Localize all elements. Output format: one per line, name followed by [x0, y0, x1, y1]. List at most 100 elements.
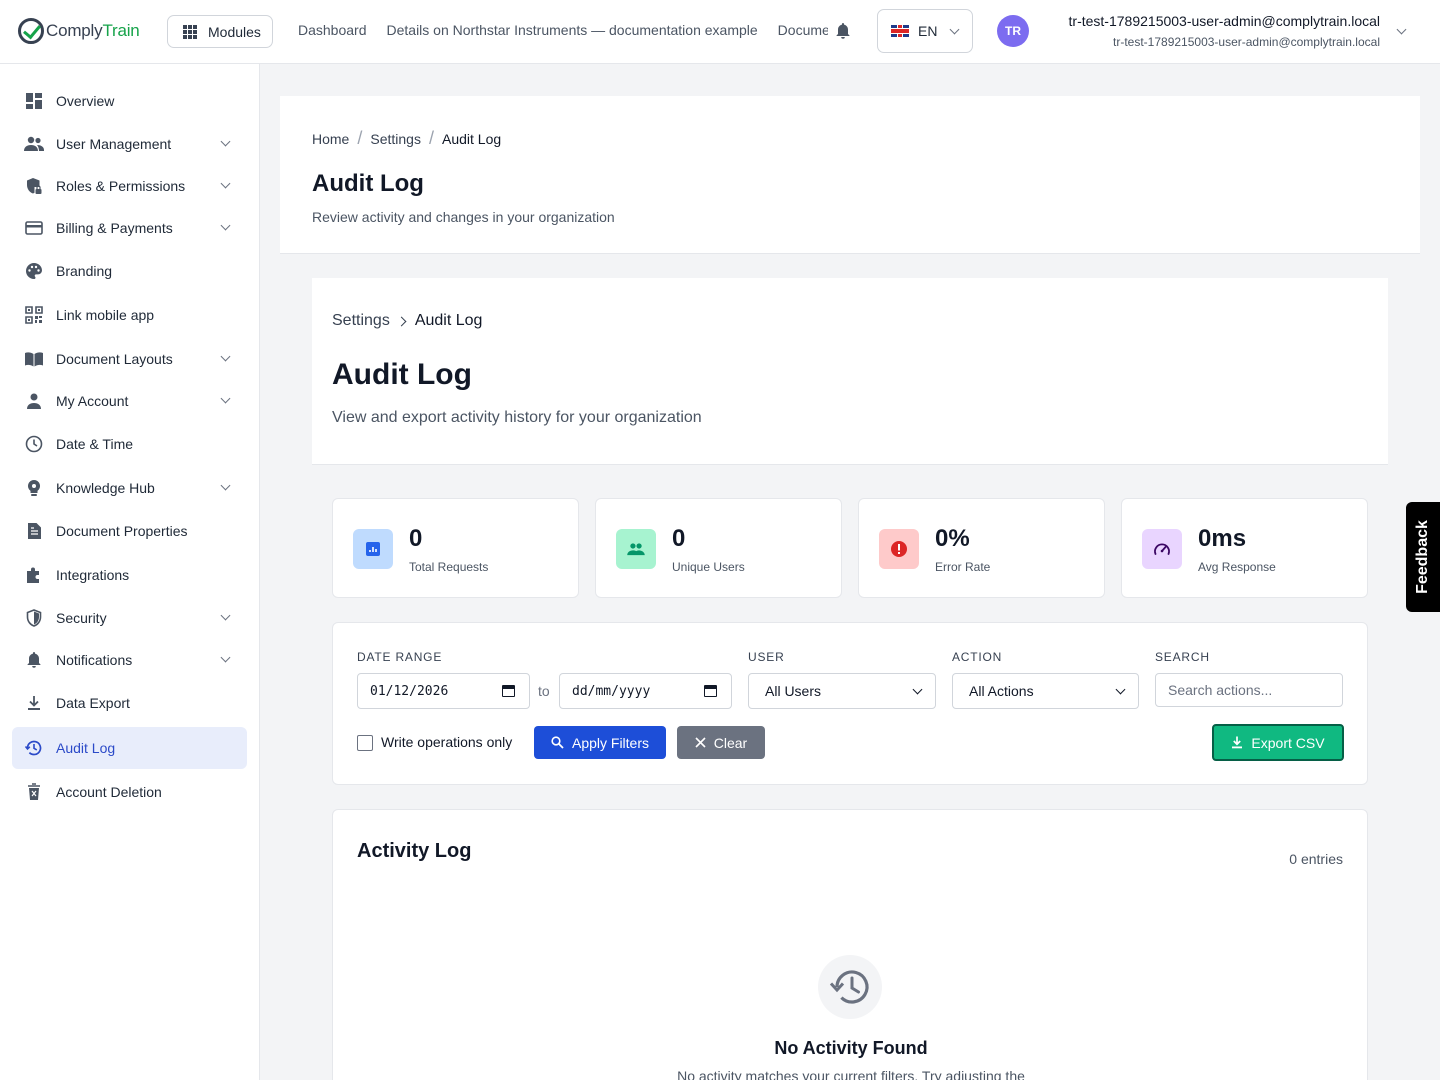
apply-filters-button[interactable]: Apply Filters [534, 726, 666, 759]
brand-name-part1: Comply [46, 21, 103, 40]
user-filter-select[interactable]: All Users [748, 673, 936, 709]
sidebar-item-label: Data Export [56, 695, 130, 711]
feedback-tab[interactable]: Feedback [1406, 502, 1440, 612]
credit-card-icon [24, 218, 44, 238]
brand-name-part2: Train [102, 21, 140, 40]
stat-value: 0 [409, 525, 423, 552]
feedback-label: Feedback [1414, 520, 1431, 594]
dashboard-icon [24, 91, 44, 111]
write-only-checkbox[interactable] [357, 735, 373, 751]
qr-code-icon [24, 305, 44, 325]
logo-check-icon [18, 18, 44, 44]
search-icon [551, 736, 564, 749]
top-nav-details[interactable]: Details on Northstar Instruments — docum… [387, 22, 758, 38]
clear-filters-label: Clear [713, 734, 748, 751]
sidebar-item-date-time[interactable]: Date & Time [12, 423, 247, 465]
breadcrumb-separator: / [428, 128, 434, 148]
activity-log-card: Activity Log 0 entries No Activity Found… [332, 809, 1368, 1080]
breadcrumb-settings[interactable]: Settings [370, 131, 421, 147]
activity-log-title: Activity Log [357, 840, 472, 862]
breadcrumb-separator: / [357, 128, 363, 148]
chevron-down-icon [220, 136, 231, 147]
sidebar-item-data-export[interactable]: Data Export [12, 682, 247, 724]
history-icon [24, 738, 44, 758]
sidebar-item-label: User Management [56, 136, 172, 152]
filters-panel: DATE RANGE 01/12/2026 to dd/mm/yyyy USER… [332, 622, 1368, 785]
page-header: Home / Settings / Audit Log Audit Log Re… [280, 96, 1420, 254]
puzzle-icon [24, 565, 44, 585]
clear-filters-button[interactable]: Clear [677, 726, 765, 759]
date-to-separator: to [538, 683, 550, 699]
stat-card-total-requests: 0 Total Requests [332, 498, 579, 598]
sidebar-item-label: Audit Log [56, 740, 116, 756]
sidebar-item-security[interactable]: Security [12, 597, 247, 639]
search-label: SEARCH [1155, 650, 1210, 664]
action-filter-select[interactable]: All Actions [952, 673, 1139, 709]
sidebar-item-label: Document Properties [56, 523, 188, 539]
sidebar-item-link-mobile-app[interactable]: Link mobile app [12, 294, 247, 336]
sidebar-item-notifications[interactable]: Notifications [12, 639, 247, 681]
modules-button[interactable]: Modules [167, 15, 273, 48]
sidebar-item-label: Document Layouts [56, 351, 173, 367]
sidebar-item-knowledge-hub[interactable]: Knowledge Hub [12, 467, 247, 509]
stat-card-unique-users: 0 Unique Users [595, 498, 842, 598]
entries-count: 0 entries [1289, 851, 1343, 867]
chevron-down-icon [220, 652, 231, 663]
sidebar-item-roles-permissions[interactable]: Roles & Permissions [12, 165, 247, 207]
sidebar-item-label: Date & Time [56, 436, 134, 452]
sidebar-item-label: Integrations [56, 567, 130, 583]
chevron-right-icon [396, 316, 407, 326]
panel-breadcrumb-settings[interactable]: Settings [332, 312, 390, 330]
write-only-label[interactable]: Write operations only [381, 734, 512, 750]
user-filter-label: USER [748, 650, 785, 664]
sidebar-item-branding[interactable]: Branding [12, 250, 247, 292]
stat-label: Avg Response [1198, 560, 1276, 574]
page-subtitle: Review activity and changes in your orga… [312, 209, 615, 225]
apply-filters-label: Apply Filters [571, 734, 650, 751]
language-selector[interactable]: EN [877, 9, 973, 53]
calendar-icon[interactable] [704, 685, 717, 697]
bell-icon [24, 650, 44, 670]
sidebar-item-document-properties[interactable]: Document Properties [12, 510, 247, 552]
export-csv-label: Export CSV [1251, 734, 1325, 751]
document-icon [24, 521, 44, 541]
history-icon [818, 955, 882, 1019]
notification-bell-icon[interactable] [835, 22, 851, 40]
sidebar-item-label: Billing & Payments [56, 220, 173, 236]
top-nav-documents[interactable]: Documents [778, 22, 828, 38]
breadcrumb-home[interactable]: Home [312, 131, 349, 147]
breadcrumb: Home / Settings / Audit Log [312, 128, 501, 149]
date-to-input[interactable]: dd/mm/yyyy [559, 673, 732, 709]
sidebar-item-my-account[interactable]: My Account [12, 380, 247, 422]
sidebar-item-user-management[interactable]: User Management [12, 123, 247, 165]
sidebar-item-overview[interactable]: Overview [12, 80, 247, 122]
user-menu-chevron-icon[interactable] [1396, 24, 1407, 35]
user-email: tr-test-1789215003-user-admin@complytrai… [1113, 35, 1380, 49]
sidebar-item-label: Link mobile app [56, 307, 155, 323]
person-icon [24, 391, 44, 411]
chevron-down-icon [1115, 684, 1126, 695]
brand-logo[interactable]: ComplyTrain [18, 17, 140, 45]
export-csv-button[interactable]: Export CSV [1212, 724, 1344, 761]
sidebar-item-billing[interactable]: Billing & Payments [12, 207, 247, 249]
sidebar-item-account-deletion[interactable]: Account Deletion [12, 771, 247, 813]
date-range-label: DATE RANGE [357, 650, 443, 664]
lightbulb-icon [24, 478, 44, 498]
chevron-down-icon [220, 610, 231, 621]
action-filter-label: ACTION [952, 650, 1003, 664]
sidebar-item-audit-log[interactable]: Audit Log [12, 727, 247, 769]
sidebar-item-label: Security [56, 610, 107, 626]
top-nav-dashboard[interactable]: Dashboard [298, 22, 367, 38]
top-nav: Dashboard Details on Northstar Instrument… [298, 22, 828, 42]
date-from-input[interactable]: 01/12/2026 [357, 673, 530, 709]
sidebar-item-document-layouts[interactable]: Document Layouts [12, 338, 247, 380]
search-input[interactable]: Search actions... [1155, 673, 1343, 707]
calendar-icon[interactable] [502, 685, 515, 697]
download-icon [1232, 736, 1243, 749]
user-avatar[interactable]: TR [997, 15, 1029, 47]
panel-breadcrumb-current: Audit Log [414, 312, 483, 329]
date-from-value: 01/12/2026 [370, 683, 449, 699]
close-icon [695, 737, 706, 748]
sidebar-item-integrations[interactable]: Integrations [12, 554, 247, 596]
users-icon [616, 529, 656, 569]
